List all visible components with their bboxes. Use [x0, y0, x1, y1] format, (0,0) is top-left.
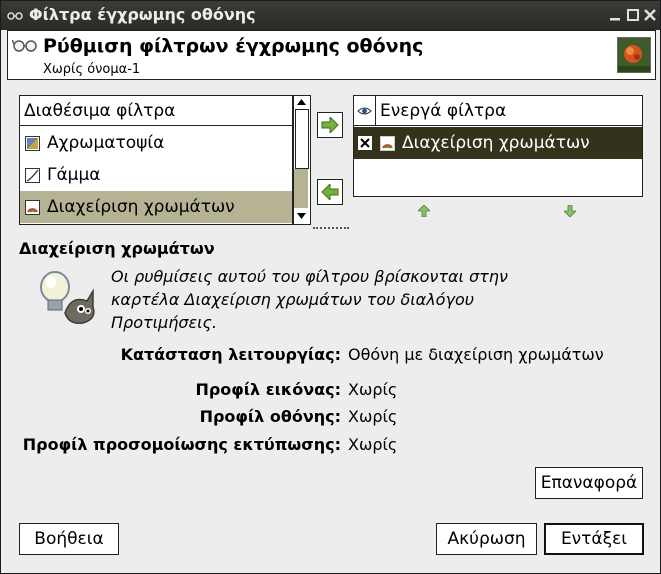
- image-profile-label: Προφίλ εικόνας:: [195, 380, 341, 399]
- eye-icon: [357, 107, 372, 115]
- color-deficient-icon: [25, 136, 40, 151]
- list-item-label: Αχρωματοψία: [47, 133, 165, 153]
- available-filters-list[interactable]: Διαθέσιμα φίλτρα Αχρωματοψία Γάμμα Διαχε…: [19, 95, 293, 225]
- scrollbar-trough[interactable]: [294, 169, 308, 208]
- monitor-profile-label: Προφίλ οθόνης:: [199, 407, 341, 426]
- color-display-filters-dialog: Φίλτρα έγχρωμης οθόνης Ρύθμιση φίλτρων έ…: [0, 0, 661, 574]
- mode-value: Οθόνη με διαχείριση χρωμάτων: [348, 345, 604, 364]
- close-icon[interactable]: [644, 9, 656, 21]
- image-thumbnail: [617, 37, 651, 73]
- window-title: Φίλτρα έγχρωμης οθόνης: [29, 5, 256, 24]
- dialog-title: Ρύθμιση φίλτρων έγχρωμης οθόνης: [43, 35, 424, 57]
- print-simulation-profile-label: Προφίλ προσομοίωσης εκτύπωσης:: [22, 435, 341, 454]
- help-button[interactable]: Βοήθεια: [19, 523, 119, 555]
- wilber-lightbulb-icon: [40, 271, 95, 325]
- active-filters-heading[interactable]: Ενεργά φίλτρα: [376, 96, 642, 126]
- filter-description-line: Προτιμήσεις.: [111, 313, 218, 332]
- list-item-label: Διαχείριση χρωμάτων: [47, 197, 235, 217]
- cancel-button[interactable]: Ακύρωση: [436, 523, 537, 555]
- available-list-scrollbar[interactable]: [293, 95, 311, 225]
- monitor-profile-value: Χωρίς: [348, 407, 398, 426]
- color-management-icon: [25, 200, 40, 215]
- list-item-selected[interactable]: Διαχείριση χρωμάτων: [354, 127, 642, 159]
- image-profile-value: Χωρίς: [348, 380, 398, 399]
- scroll-down-icon[interactable]: [297, 213, 306, 219]
- scrollbar-thumb[interactable]: [295, 109, 309, 169]
- color-management-icon: [380, 136, 395, 151]
- arrow-left-icon: [321, 184, 339, 200]
- list-item[interactable]: Γάμμα: [20, 159, 292, 191]
- dialog-header: Ρύθμιση φίλτρων έγχρωμης οθόνης Χωρίς όν…: [7, 30, 656, 80]
- title-bar[interactable]: Φίλτρα έγχρωμης οθόνης: [1, 1, 660, 30]
- maximize-icon[interactable]: [627, 9, 639, 21]
- checkbox-checked-icon[interactable]: [358, 136, 372, 150]
- ok-button[interactable]: Εντάξει: [544, 523, 644, 555]
- filter-description-line: καρτέλα Διαχείριση χρωμάτων του διαλόγου: [111, 290, 474, 309]
- list-item-label: Διαχείριση χρωμάτων: [402, 133, 590, 153]
- move-up-icon[interactable]: [418, 205, 430, 217]
- add-filter-button[interactable]: [317, 112, 343, 138]
- list-item-label: Γάμμα: [47, 165, 101, 185]
- scroll-up-icon[interactable]: [297, 99, 306, 105]
- filter-description-line: Οι ρυθμίσεις αυτού του φίλτρου βρίσκοντα…: [111, 267, 508, 286]
- glasses-icon: [12, 39, 37, 52]
- filter-details-heading: Διαχείριση χρωμάτων: [19, 239, 215, 258]
- pane-resize-handle[interactable]: [313, 227, 349, 233]
- glasses-icon: [7, 12, 23, 20]
- remove-filter-button[interactable]: [317, 179, 343, 205]
- image-name: Χωρίς όνομα-1: [43, 62, 141, 77]
- mode-label: Κατάσταση λειτουργίας:: [120, 345, 341, 364]
- gamma-icon: [25, 168, 40, 183]
- list-item[interactable]: Αχρωματοψία: [20, 127, 292, 159]
- available-filters-heading[interactable]: Διαθέσιμα φίλτρα: [20, 96, 292, 126]
- visibility-column-header[interactable]: [354, 96, 376, 126]
- move-down-icon[interactable]: [564, 205, 576, 217]
- active-filters-list[interactable]: Ενεργά φίλτρα Διαχείριση χρωμάτων: [353, 95, 643, 197]
- arrow-right-icon: [321, 117, 339, 133]
- reset-button[interactable]: Επαναφορά: [535, 467, 643, 499]
- minimize-icon[interactable]: [609, 9, 621, 21]
- list-item-selected[interactable]: Διαχείριση χρωμάτων: [20, 191, 292, 223]
- print-simulation-profile-value: Χωρίς: [348, 435, 398, 454]
